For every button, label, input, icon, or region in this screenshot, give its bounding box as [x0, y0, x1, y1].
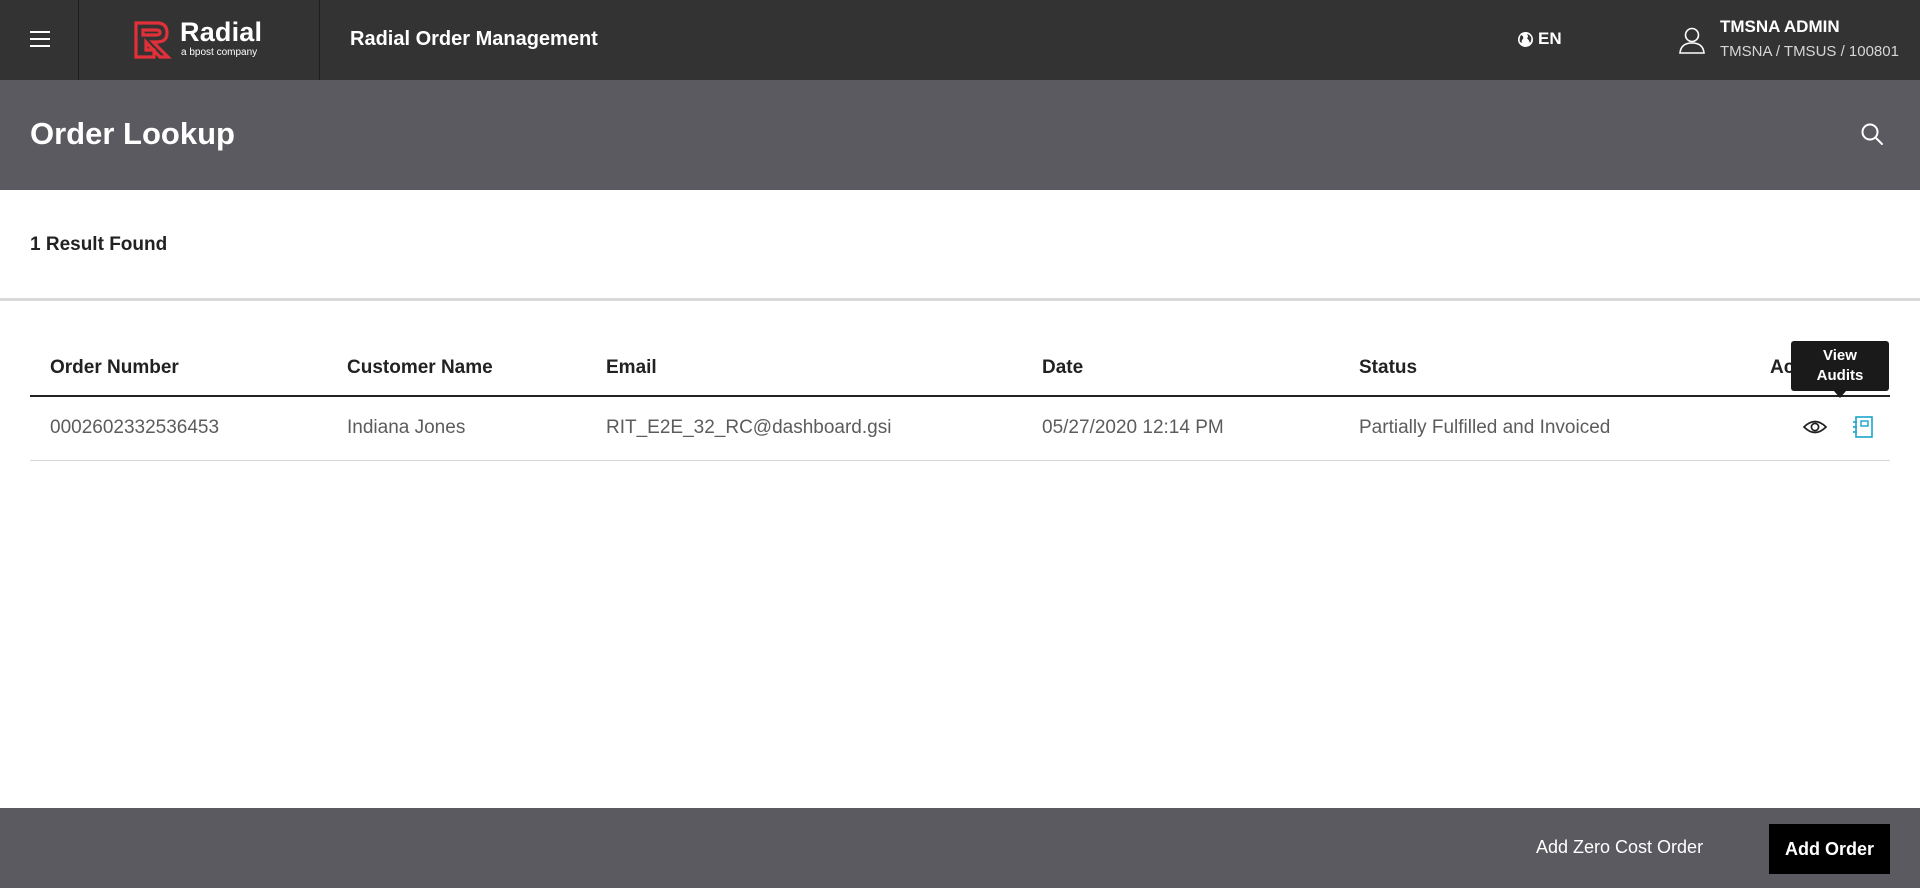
- status-cell: Partially Fulfilled and Invoiced: [1339, 396, 1750, 461]
- email-cell: RIT_E2E_32_RC@dashboard.gsi: [586, 396, 1022, 461]
- language-selector[interactable]: EN: [1517, 29, 1562, 49]
- view-audits-tooltip: View Audits: [1791, 341, 1889, 398]
- audit-document-icon[interactable]: [1852, 415, 1874, 439]
- search-icon[interactable]: [1860, 122, 1884, 146]
- page-title: Order Lookup: [30, 116, 235, 151]
- footer-bar: Add Zero Cost Order Add Order: [0, 808, 1920, 888]
- column-header-date: Date: [1022, 340, 1339, 397]
- user-icon[interactable]: [1678, 26, 1706, 54]
- customer-name-cell: Indiana Jones: [327, 396, 586, 461]
- results-count: 1 Result Found: [30, 234, 168, 255]
- column-header-status: Status: [1339, 340, 1750, 397]
- language-label: EN: [1538, 29, 1562, 48]
- brand-tagline: a bpost company: [181, 47, 258, 58]
- orders-table: Order Number Customer Name Email Date St…: [30, 340, 1890, 461]
- radial-logo-icon: [134, 21, 172, 59]
- eye-icon[interactable]: [1802, 417, 1828, 437]
- add-order-button[interactable]: Add Order: [1769, 824, 1890, 874]
- user-name: TMSNA ADMIN: [1720, 17, 1840, 36]
- add-zero-cost-order-link[interactable]: Add Zero Cost Order: [1536, 837, 1703, 858]
- date-cell: 05/27/2020 12:14 PM: [1022, 396, 1339, 461]
- menu-button[interactable]: [0, 0, 79, 80]
- top-bar: Radial a bpost company Radial Order Mana…: [0, 0, 1920, 80]
- actions-cell: [1750, 396, 1890, 461]
- hamburger-icon: [30, 31, 50, 47]
- tooltip-line-2: Audits: [1816, 367, 1864, 384]
- column-header-customer-name: Customer Name: [327, 340, 586, 397]
- tooltip-line-1: View: [1823, 347, 1857, 364]
- column-header-order-number: Order Number: [30, 340, 327, 397]
- divider: [0, 298, 1920, 301]
- order-number-cell: 0002602332536453: [30, 396, 327, 461]
- column-header-email: Email: [586, 340, 1022, 397]
- brand-logo[interactable]: Radial a bpost company: [80, 0, 320, 80]
- app-title: Radial Order Management: [350, 28, 598, 50]
- page-header: Order Lookup: [0, 80, 1920, 190]
- table-header-row: Order Number Customer Name Email Date St…: [30, 340, 1890, 397]
- globe-icon: [1518, 31, 1533, 47]
- user-org: TMSNA / TMSUS / 100801: [1720, 43, 1899, 60]
- table-row: 0002602332536453 Indiana Jones RIT_E2E_3…: [30, 396, 1890, 461]
- brand-name: Radial: [180, 17, 263, 47]
